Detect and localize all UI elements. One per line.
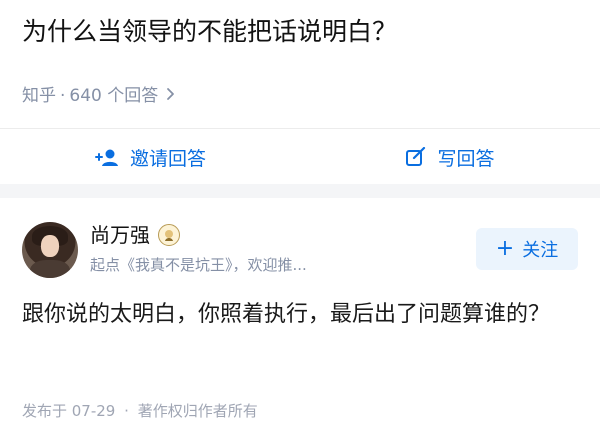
- publish-date: 发布于 07-29: [22, 402, 116, 420]
- meta-separator: ·: [60, 86, 66, 106]
- write-answer-button[interactable]: 写回答: [300, 130, 600, 184]
- invite-answer-label: 邀请回答: [129, 147, 206, 170]
- invite-answer-button[interactable]: 邀请回答: [0, 130, 300, 184]
- write-answer-label: 写回答: [437, 147, 495, 170]
- meta-separator: ·: [124, 402, 129, 420]
- author-name-text: 尚万强: [90, 223, 150, 247]
- avatar[interactable]: [22, 222, 78, 278]
- answer-count: 640 个回答: [69, 86, 159, 106]
- invite-user-icon: [94, 147, 120, 167]
- action-bar: 邀请回答 写回答: [0, 130, 600, 184]
- author-name[interactable]: 尚万强: [90, 222, 180, 248]
- source-label: 知乎: [22, 86, 56, 106]
- question-title[interactable]: 为什么当领导的不能把话说明白？: [22, 14, 582, 50]
- section-gap: [0, 184, 600, 198]
- answer-content[interactable]: 跟你说的太明白，你照着执行，最后出了问题算谁的？: [22, 296, 588, 334]
- answer-meta: 发布于 07-29 · 著作权归作者所有: [22, 400, 258, 422]
- copyright-notice: 著作权归作者所有: [137, 402, 258, 420]
- divider: [0, 128, 600, 129]
- chevron-right-icon: [166, 84, 175, 108]
- question-meta[interactable]: 知乎 · 640 个回答: [22, 84, 175, 108]
- author-description: 起点《我真不是坑王》，欢迎推...: [90, 256, 307, 274]
- follow-label: 关注: [522, 240, 559, 261]
- plus-icon: +: [495, 236, 515, 261]
- edit-icon: [405, 147, 427, 167]
- creator-badge-icon: [158, 224, 180, 246]
- follow-button[interactable]: + 关注: [476, 228, 578, 270]
